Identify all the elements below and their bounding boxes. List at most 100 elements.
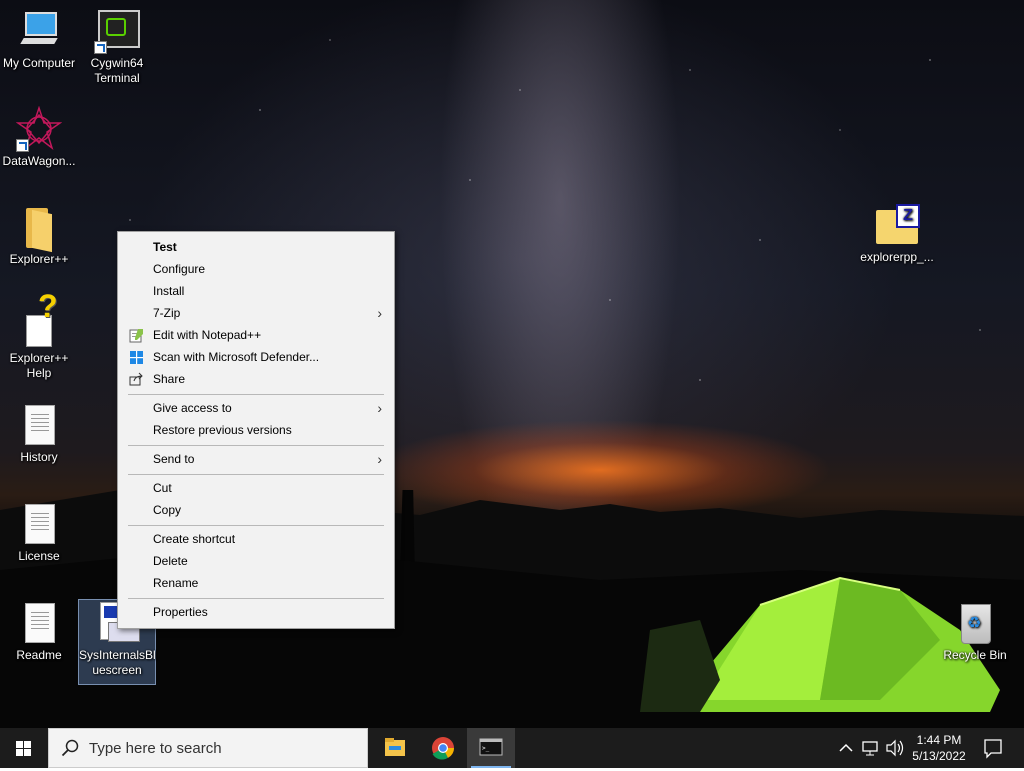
desktop-icon-label: License — [18, 549, 60, 563]
menu-item-label: Properties — [153, 605, 208, 619]
menu-item-7zip[interactable]: 7-Zip › — [120, 302, 392, 324]
desktop-icon-label: Recycle Bin — [943, 648, 1007, 662]
menu-item-label: Copy — [153, 503, 182, 517]
network-icon — [862, 741, 878, 756]
desktop-icon-explorerpp-zip[interactable]: Z explorerpp_... — [856, 202, 938, 265]
notepad-plus-plus-icon — [129, 328, 144, 343]
menu-item-install[interactable]: Install — [120, 280, 392, 302]
defender-shield-icon — [129, 350, 144, 365]
desktop-icon-explorer-help[interactable]: ? Explorer++ Help — [0, 290, 78, 381]
menu-item-label: Configure — [153, 262, 206, 276]
menu-item-send-to[interactable]: Send to › — [120, 448, 392, 470]
chrome-icon — [432, 737, 454, 760]
desktop-icon-my-computer[interactable]: My Computer — [0, 8, 78, 71]
terminal-icon: >_ — [479, 738, 503, 756]
menu-item-copy[interactable]: Copy — [120, 499, 392, 521]
desktop-icon-recycle-bin[interactable]: ♻ Recycle Bin — [936, 600, 1014, 663]
menu-separator — [128, 474, 384, 475]
desktop-icon-label: Cygwin64 Terminal — [90, 56, 144, 85]
desktop-icon-readme[interactable]: Readme — [0, 600, 78, 663]
terminal-icon — [94, 8, 140, 54]
taskbar-search-box[interactable]: Type here to search — [48, 728, 368, 768]
menu-item-properties[interactable]: Properties — [120, 601, 392, 623]
menu-item-scan-defender[interactable]: Scan with Microsoft Defender... — [120, 346, 392, 368]
taskbar-chrome[interactable] — [419, 728, 467, 768]
speaker-icon — [886, 739, 904, 757]
desktop-icon-cygwin64-terminal[interactable]: Cygwin64 Terminal — [78, 8, 156, 86]
text-file-icon — [16, 402, 62, 448]
text-file-icon — [16, 600, 62, 646]
zip-folder-icon: Z — [874, 202, 920, 248]
text-file-icon — [16, 501, 62, 547]
menu-item-label: Scan with Microsoft Defender... — [153, 350, 320, 364]
desktop-icon-history[interactable]: History — [0, 402, 78, 465]
menu-item-create-shortcut[interactable]: Create shortcut — [120, 528, 392, 550]
menu-item-label: Rename — [153, 576, 199, 590]
desktop-icon-datawagon[interactable]: DataWagon... — [0, 105, 78, 169]
taskbar-terminal[interactable]: >_ — [467, 728, 515, 768]
chevron-up-icon — [839, 743, 853, 752]
help-file-icon: ? — [16, 290, 62, 349]
volume-tray-button[interactable] — [884, 728, 906, 768]
network-tray-button[interactable] — [860, 728, 882, 768]
desktop-icon-label: History — [20, 450, 58, 464]
menu-item-test[interactable]: Test — [120, 236, 392, 258]
menu-item-restore-previous-versions[interactable]: Restore previous versions — [120, 419, 392, 441]
desktop-icon-label: Explorer++ Help — [9, 351, 69, 380]
svg-text:>_: >_ — [482, 745, 490, 752]
menu-item-rename[interactable]: Rename — [120, 572, 392, 594]
menu-item-label: Create shortcut — [153, 532, 236, 546]
desktop[interactable]: My Computer Cygwin64 Terminal DataWagon.… — [0, 0, 1024, 728]
taskbar: Type here to search >_ 1:44 PM 5/13/2022 — [0, 728, 1024, 768]
menu-separator — [128, 598, 384, 599]
search-placeholder: Type here to search — [89, 740, 222, 757]
notification-icon — [984, 739, 1002, 759]
chevron-right-icon: › — [377, 451, 382, 467]
chevron-right-icon: › — [377, 400, 382, 416]
windows-logo-icon — [16, 741, 31, 756]
folder-icon — [16, 204, 62, 253]
menu-item-label: Send to — [153, 452, 195, 466]
menu-item-label: Give access to — [153, 401, 232, 415]
menu-item-configure[interactable]: Configure — [120, 258, 392, 280]
file-explorer-icon — [385, 738, 405, 756]
search-icon — [61, 739, 79, 757]
shortcut-arrow-icon — [94, 41, 107, 54]
clock-time: 1:44 PM — [916, 733, 962, 747]
menu-item-delete[interactable]: Delete — [120, 550, 392, 572]
action-center-button[interactable] — [978, 728, 1008, 768]
menu-item-label: Cut — [153, 481, 172, 495]
menu-item-cut[interactable]: Cut — [120, 477, 392, 499]
menu-item-label: Edit with Notepad++ — [153, 328, 262, 342]
menu-item-label: 7-Zip — [153, 306, 181, 320]
clock-date: 5/13/2022 — [912, 749, 966, 763]
menu-item-label: Test — [153, 240, 177, 254]
menu-separator — [128, 394, 384, 395]
computer-icon — [16, 8, 62, 54]
chevron-right-icon: › — [377, 305, 382, 321]
menu-item-label: Share — [153, 372, 186, 386]
share-icon — [129, 372, 144, 387]
desktop-icon-license[interactable]: License — [0, 501, 78, 564]
desktop-icon-explorer-plus-plus[interactable]: Explorer++ — [0, 204, 78, 267]
shortcut-arrow-icon — [16, 139, 29, 152]
menu-item-give-access[interactable]: Give access to › — [120, 397, 392, 419]
taskbar-file-explorer[interactable] — [371, 728, 419, 768]
desktop-icon-label: SysInternalsBl uescreen — [79, 648, 156, 677]
menu-separator — [128, 445, 384, 446]
menu-item-label: Restore previous versions — [153, 423, 292, 437]
menu-item-label: Install — [153, 284, 185, 298]
taskbar-clock[interactable]: 1:44 PM 5/13/2022 — [908, 732, 970, 764]
menu-item-share[interactable]: Share — [120, 368, 392, 390]
menu-separator — [128, 525, 384, 526]
recycle-bin-icon: ♻ — [952, 600, 998, 646]
desktop-icon-label: explorerpp_... — [860, 250, 934, 264]
context-menu: Test Configure Install 7-Zip › Edit with… — [117, 231, 395, 629]
show-hidden-icons-button[interactable] — [836, 728, 856, 768]
desktop-icon-label: Explorer++ — [9, 252, 69, 266]
start-button[interactable] — [0, 728, 48, 768]
desktop-icon-label: DataWagon... — [2, 154, 76, 168]
menu-item-label: Delete — [153, 554, 188, 568]
menu-item-edit-with-notepad[interactable]: Edit with Notepad++ — [120, 324, 392, 346]
desktop-icon-label: Readme — [16, 648, 62, 662]
